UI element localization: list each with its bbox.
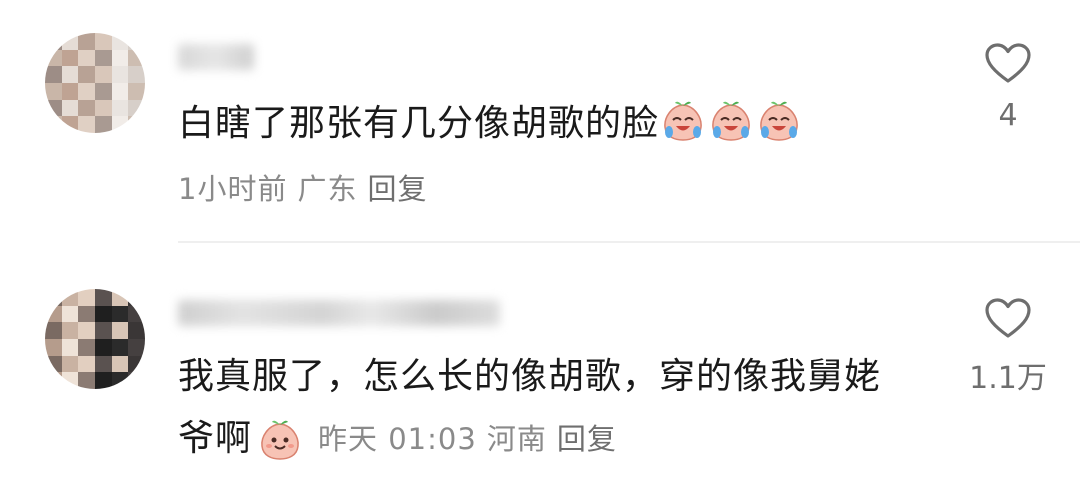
comment-meta: 昨天 01:03 河南 回复 bbox=[318, 408, 617, 470]
emoji-laugh-cry-icon bbox=[659, 96, 707, 144]
comment-meta: 1小时前 广东 回复 bbox=[178, 166, 427, 208]
emoji-laugh-cry-icon bbox=[707, 96, 755, 144]
comment-text-line-2: 爷啊 bbox=[178, 418, 253, 459]
comment-item-1: 白瞎了那张有几分像胡歌的脸 1小时前 广东 回复 4 bbox=[0, 0, 1080, 240]
comment-content: 白瞎了那张有几分像胡歌的脸 bbox=[178, 93, 803, 155]
comment-location: 河南 bbox=[486, 422, 547, 456]
username-blurred[interactable] bbox=[178, 44, 254, 70]
comment-content: 我真服了，怎么长的像胡歌，穿的像我舅姥 爷啊 昨天 01:03 河南 回复 bbox=[178, 346, 881, 470]
comment-text-line-2-row: 爷啊 昨天 01:03 河南 回复 bbox=[178, 408, 881, 470]
heart-outline-icon bbox=[985, 43, 1031, 83]
comment-item-2: 我真服了，怎么长的像胡歌，穿的像我舅姥 爷啊 昨天 01:03 河南 回复 1.… bbox=[0, 243, 1080, 477]
avatar-mosaic bbox=[45, 33, 145, 133]
comment-time: 1小时前 bbox=[178, 172, 288, 206]
avatar[interactable] bbox=[45, 33, 145, 133]
comment-text: 白瞎了那张有几分像胡歌的脸 bbox=[178, 103, 660, 144]
emoji-smile-icon bbox=[256, 415, 304, 463]
like-button[interactable]: 4 bbox=[948, 42, 1068, 133]
reply-button[interactable]: 回复 bbox=[557, 408, 617, 470]
like-button[interactable]: 1.1万 bbox=[948, 297, 1068, 397]
emoji-laugh-cry-icon bbox=[755, 96, 803, 144]
heart-outline-icon bbox=[985, 298, 1031, 338]
comment-text-line-1: 我真服了，怎么长的像胡歌，穿的像我舅姥 bbox=[178, 356, 882, 397]
reply-button[interactable]: 回复 bbox=[367, 166, 427, 208]
comment-location: 广东 bbox=[297, 172, 358, 206]
avatar-mosaic bbox=[45, 289, 145, 389]
like-count: 4 bbox=[998, 98, 1018, 133]
comment-time: 昨天 01:03 bbox=[318, 422, 477, 456]
like-count: 1.1万 bbox=[969, 361, 1047, 396]
avatar[interactable] bbox=[45, 289, 145, 389]
username-blurred[interactable] bbox=[178, 300, 500, 326]
